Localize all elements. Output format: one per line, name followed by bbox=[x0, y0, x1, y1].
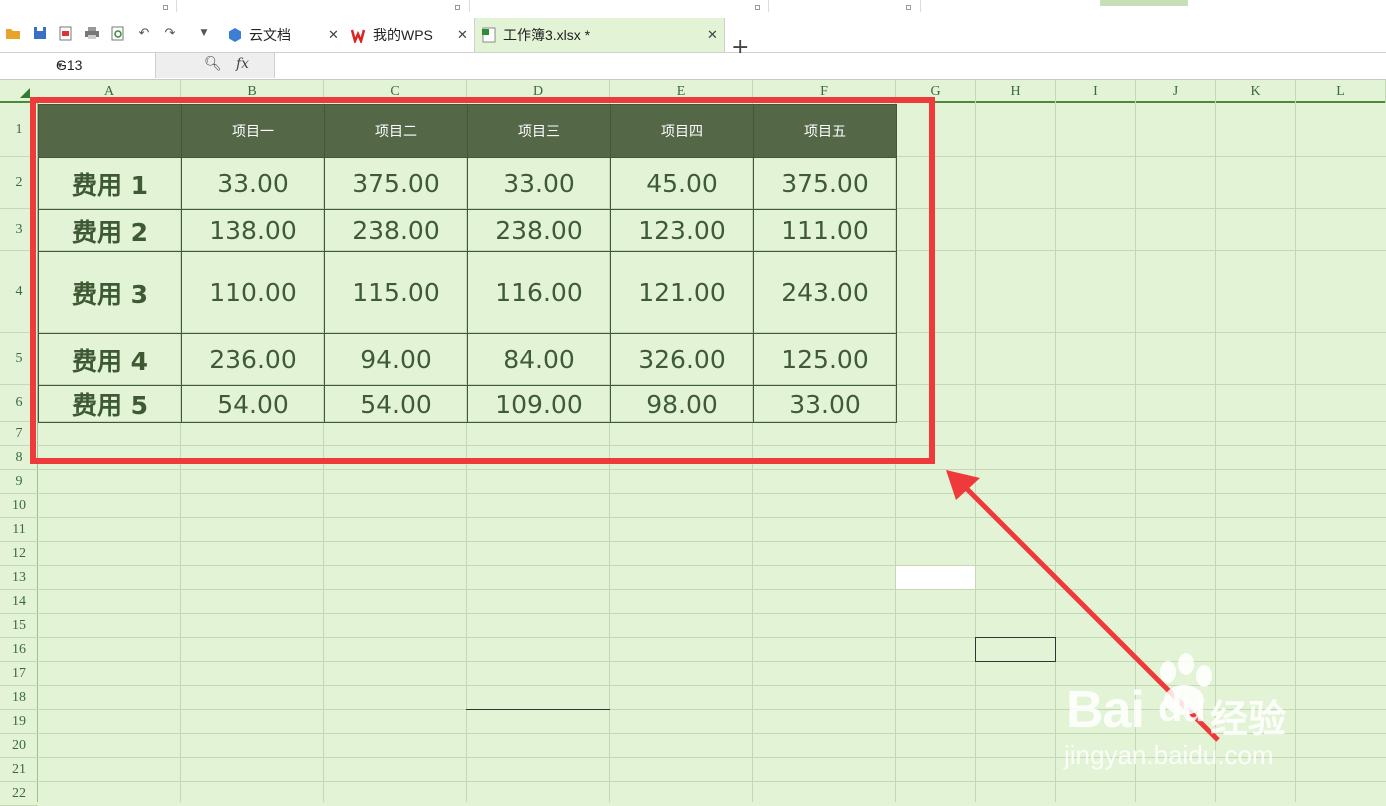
watermark-product: 经验 bbox=[1210, 697, 1287, 741]
baidu-watermark: Bai du 经验 jingyan.baidu.com bbox=[1060, 650, 1320, 780]
watermark-brand-suffix: du bbox=[1158, 686, 1206, 730]
watermark-brand: Bai bbox=[1066, 681, 1145, 739]
watermark-url: jingyan.baidu.com bbox=[1064, 740, 1274, 770]
